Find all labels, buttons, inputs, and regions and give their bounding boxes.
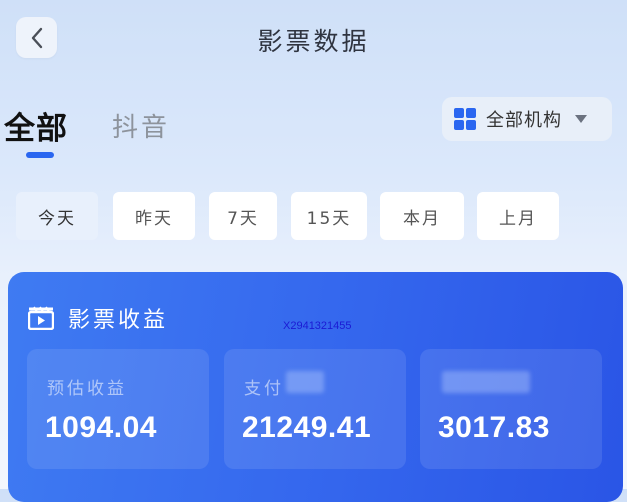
- date-filter-last-month[interactable]: 上月: [477, 192, 559, 240]
- page-title: 影票数据: [257, 27, 370, 56]
- caret-down-icon: [575, 115, 587, 123]
- grid-icon: [454, 108, 476, 130]
- stat-estimated-revenue: 预估收益 1094.04: [27, 349, 209, 469]
- tab-active-indicator: [26, 152, 54, 158]
- header: 影票数据: [0, 0, 627, 82]
- stat-value: 1094.04: [45, 411, 157, 444]
- card-title: 影票收益: [68, 308, 169, 333]
- date-filter-yesterday[interactable]: 昨天: [113, 192, 195, 240]
- stat-label: 预估收益: [47, 379, 127, 399]
- redacted-text: [286, 371, 324, 393]
- date-filter-row: 今天 昨天 7天 15天 本月 上月: [16, 192, 627, 240]
- stat-payment: 支付 21249.41: [224, 349, 406, 469]
- date-filter-15days[interactable]: 15天: [291, 192, 367, 240]
- date-filter-today[interactable]: 今天: [16, 192, 98, 240]
- date-filter-7days[interactable]: 7天: [209, 192, 277, 240]
- tab-all[interactable]: 全部: [4, 103, 68, 148]
- clapperboard-icon: [28, 306, 54, 330]
- tab-bar: 全部 抖音 全部机构: [0, 95, 627, 165]
- watermark-text: X2941321455: [283, 320, 352, 332]
- stat-value: 21249.41: [242, 411, 372, 444]
- stat-label: 支付: [244, 379, 284, 399]
- date-filter-this-month[interactable]: 本月: [380, 192, 464, 240]
- stat-value: 3017.83: [438, 411, 550, 444]
- org-filter-label: 全部机构: [486, 110, 562, 131]
- redacted-text: [442, 371, 530, 393]
- stat-third: 3017.83: [420, 349, 602, 469]
- org-filter-dropdown[interactable]: 全部机构: [442, 97, 612, 141]
- tab-douyin[interactable]: 抖音: [112, 107, 170, 144]
